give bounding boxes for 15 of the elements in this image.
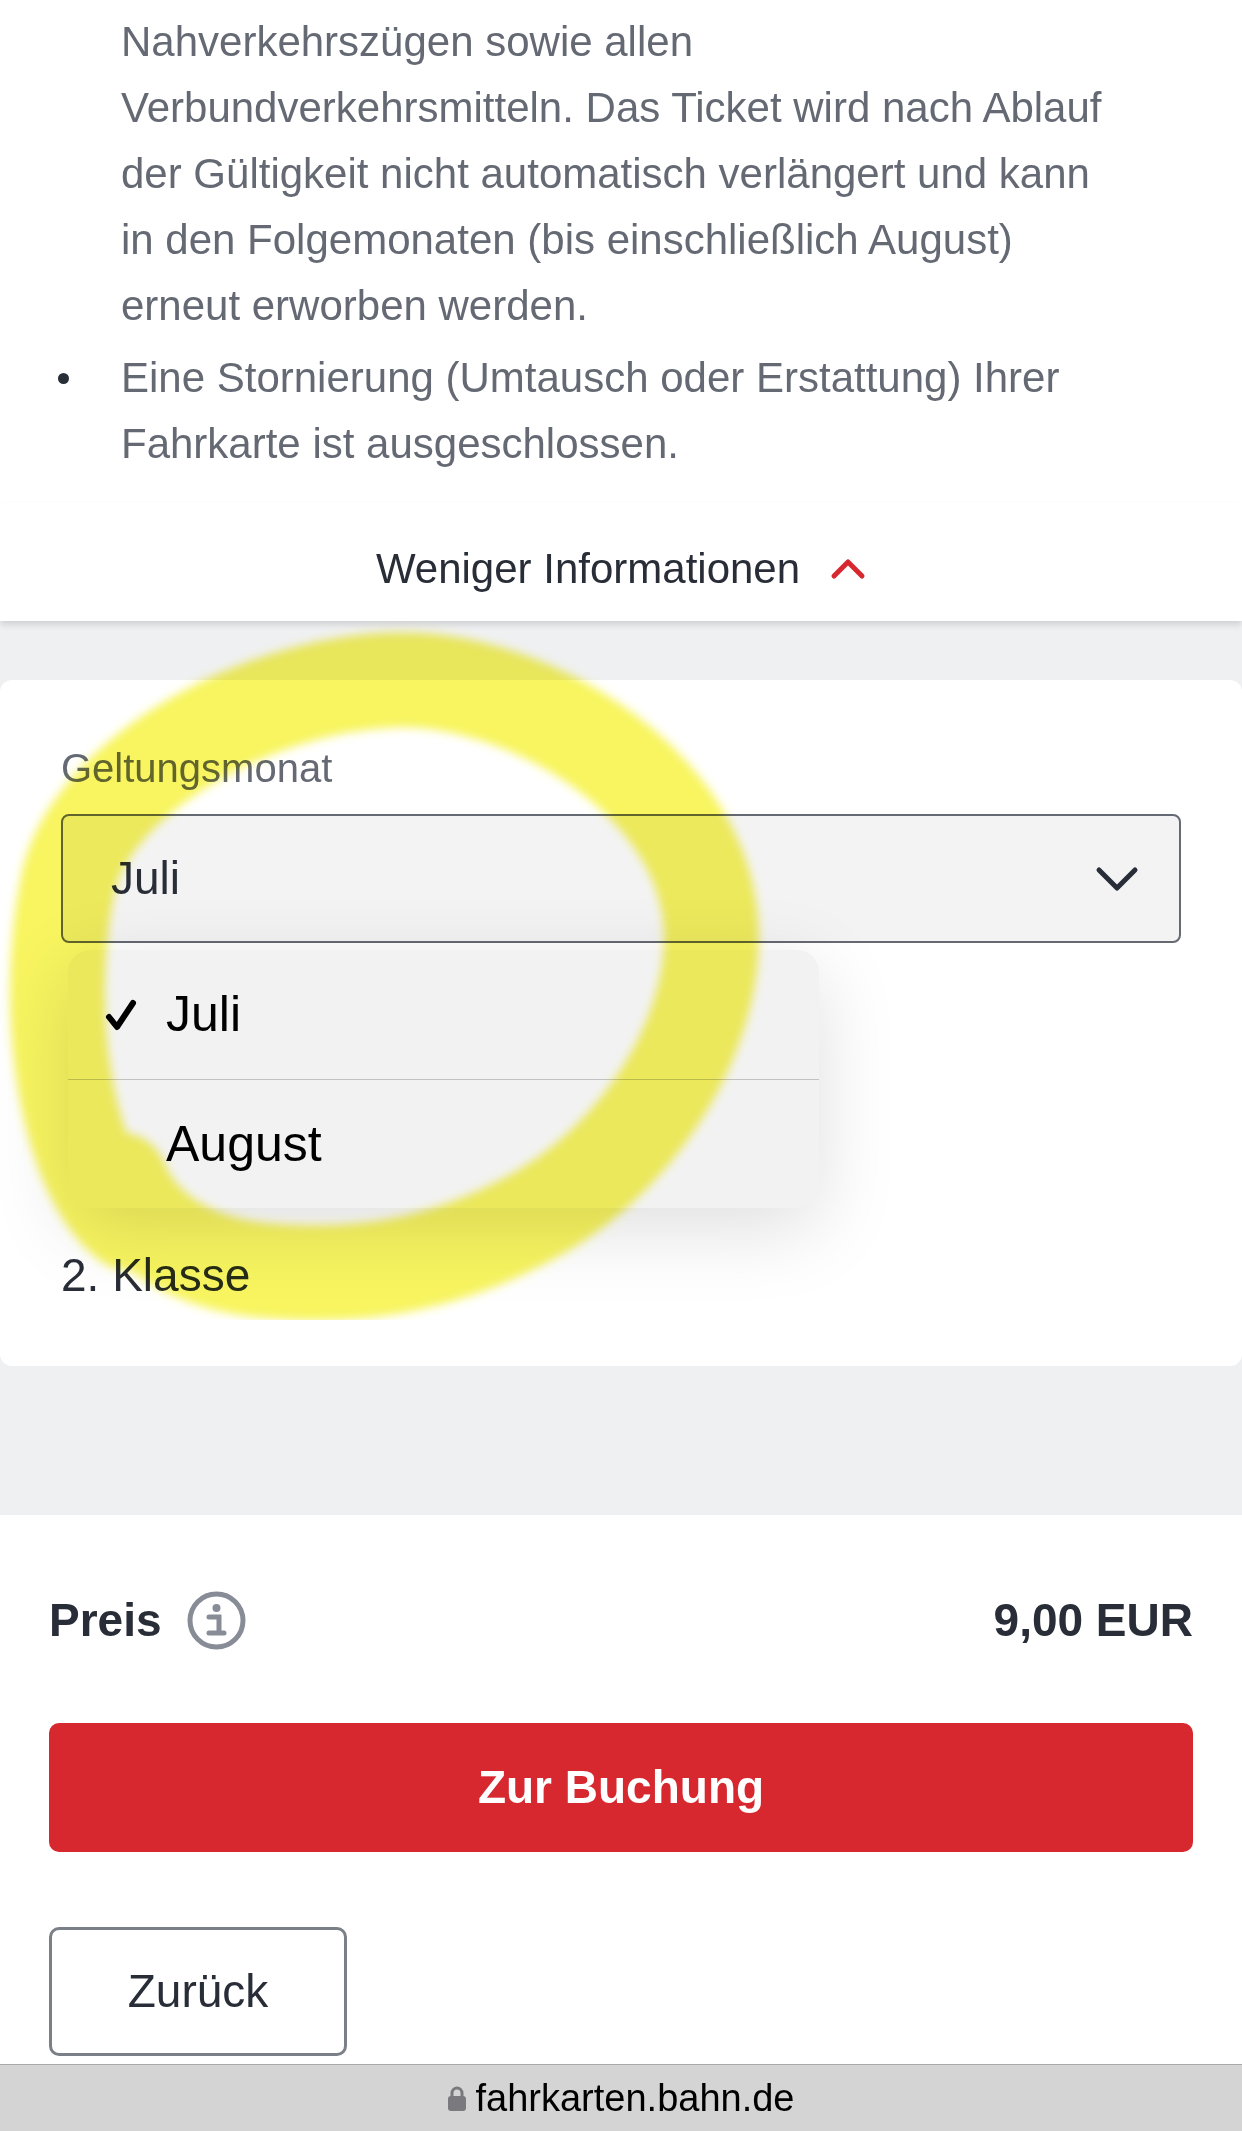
back-button[interactable]: Zurück <box>49 1927 347 2056</box>
price-label: Preis <box>49 1592 162 1648</box>
info-text: Nahverkehrszügen sowie allen Verbundverkehrsmitteln. Das Ticket wird nach Ablauf der Gültigkeit nicht automatisch verlängert und kann in den Folgemonaten (bis einschließlich August) erneut erworben werden. <box>121 17 1103 331</box>
info-icon[interactable] <box>186 1590 246 1650</box>
url-text: fahrkarten.bahn.de <box>475 2075 795 2121</box>
book-button[interactable]: Zur Buchung <box>49 1723 1193 1852</box>
bullet-icon <box>58 372 69 384</box>
check-icon <box>105 997 137 1032</box>
travel-class-text: 2. Klasse <box>61 1250 252 1300</box>
dropdown-option[interactable]: August <box>68 1079 819 1208</box>
price-amount: 9,00 EUR <box>993 1592 1193 1648</box>
info-toggle[interactable]: Weniger Informationen <box>375 544 867 594</box>
dropdown-option[interactable]: Juli <box>68 950 819 1079</box>
info-text: Eine Stornierung (Umtausch oder Erstattung) Ihrer Fahrkarte ist ausgeschlossen. <box>121 353 1061 469</box>
chevron-down-icon <box>1095 865 1139 892</box>
